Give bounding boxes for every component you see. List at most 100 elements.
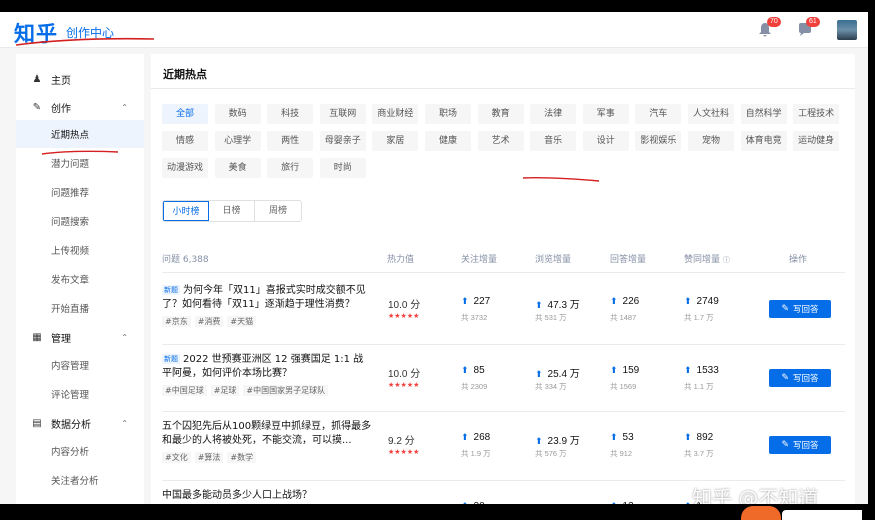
category-tag[interactable]: 艺术	[477, 131, 524, 151]
notification-bell-icon[interactable]: 70	[758, 17, 781, 40]
topic-tag[interactable]: #中国足球	[162, 385, 207, 396]
category-tag[interactable]: 科技	[267, 104, 314, 124]
arrow-up-icon: ⬆	[461, 296, 469, 306]
watermark: 知乎 @不知道	[692, 486, 819, 504]
new-badge: 新题	[162, 285, 180, 295]
sidebar-item-upload-video[interactable]: 上传视频	[16, 236, 144, 264]
category-tag[interactable]: 母婴亲子	[319, 131, 366, 151]
follow-total: 共 3732	[461, 313, 488, 322]
answer-value: 13	[623, 501, 634, 504]
sidebar-item-potential[interactable]: 潜力问题	[16, 149, 144, 177]
arrow-up-icon: ⬆	[535, 369, 543, 379]
answer-value: 159	[622, 365, 640, 376]
topic-tag[interactable]: #天猫	[227, 316, 257, 327]
question-title[interactable]: 五个囚犯先后从100颗绿豆中抓绿豆，抓得最多和最少的人将被处死，不能交流，可以摸…	[162, 420, 372, 448]
category-tag[interactable]: 职场	[425, 104, 471, 124]
question-title[interactable]: 新题 为何今年「双11」喜报式实时成交额不见了？如何看待「双11」逐渐趋于理性消费…	[162, 284, 372, 312]
category-tag[interactable]: 音乐	[530, 131, 577, 151]
like-increment: ⬆ 2749	[684, 296, 719, 307]
category-tag[interactable]: 互联网	[319, 104, 366, 124]
topic-tag[interactable]: #中国国家男子足球队	[243, 385, 329, 396]
like-total: 共 1.7 万	[684, 313, 714, 322]
user-avatar[interactable]	[837, 20, 857, 40]
write-answer-button[interactable]: ✎ 写回答	[769, 300, 831, 318]
question-tags: #中国足球 #足球 #中国国家男子足球队	[162, 385, 332, 396]
sidebar-item-recommend[interactable]: 问题推荐	[16, 178, 144, 206]
sidebar-item-content-analysis[interactable]: 内容分析	[16, 437, 144, 465]
view-total: 共 334 万	[535, 382, 567, 391]
tab-daily[interactable]: 日榜	[209, 201, 255, 221]
divider	[151, 88, 855, 89]
topic-tag[interactable]: #消费	[194, 316, 224, 327]
table-row: 新题 为何今年「双11」喜报式实时成交额不见了？如何看待「双11」逐渐趋于理性消费…	[162, 276, 845, 345]
category-tag[interactable]: 设计	[582, 131, 629, 151]
category-tag[interactable]: 全部	[162, 104, 208, 124]
sidebar-item-follower-analysis[interactable]: 关注者分析	[16, 466, 144, 494]
write-answer-button[interactable]: ✎ 写回答	[769, 436, 831, 454]
category-tag[interactable]: 汽车	[635, 104, 682, 124]
topic-tag[interactable]: #数学	[227, 452, 257, 463]
category-tag[interactable]: 运动健身	[793, 131, 840, 151]
category-tag[interactable]: 美食	[214, 158, 261, 178]
arrow-up-icon: ⬆	[610, 365, 618, 375]
write-answer-button[interactable]: ✎ 写回答	[769, 369, 831, 387]
like-total: 共 1.1 万	[684, 382, 714, 391]
column-header-heat[interactable]: 热力值	[387, 252, 414, 265]
category-tag[interactable]: 体育电竞	[740, 131, 787, 151]
sidebar-group-manage[interactable]: ▦ 管理 ⌃	[16, 322, 144, 352]
topic-tag[interactable]: #足球	[210, 385, 240, 396]
category-tag[interactable]: 心理学	[214, 131, 261, 151]
sidebar-item-search[interactable]: 问题搜索	[16, 207, 144, 235]
category-tag[interactable]: 动漫游戏	[162, 158, 208, 178]
category-tag[interactable]: 宠物	[688, 131, 734, 151]
sidebar-item-comment-manage[interactable]: 评论管理	[16, 380, 144, 408]
column-header-like[interactable]: 赞同增量 ⓘ	[684, 252, 730, 265]
column-header-question: 问题 6,388	[162, 255, 209, 265]
sidebar-item-recent-hot[interactable]: 近期热点	[16, 120, 144, 148]
topic-tag[interactable]: #京东	[162, 316, 191, 327]
messages-icon[interactable]: 61	[797, 17, 820, 40]
category-tag[interactable]: 人文社科	[688, 104, 734, 124]
category-tag[interactable]: 数码	[214, 104, 261, 124]
watermark-logo	[741, 506, 781, 520]
category-tag[interactable]: 两性	[267, 131, 314, 151]
like-value: 1533	[696, 365, 719, 376]
sidebar-item-content-manage[interactable]: 内容管理	[16, 351, 144, 379]
follow-increment: ⬆ 268	[461, 432, 490, 443]
sidebar-item-publish-article[interactable]: 发布文章	[16, 265, 144, 293]
column-header-view[interactable]: 浏览增量	[535, 252, 571, 265]
category-tag[interactable]: 自然科学	[740, 104, 787, 124]
category-tag[interactable]: 时尚	[319, 158, 366, 178]
topic-tag[interactable]: #文化	[162, 452, 191, 463]
column-header-follow[interactable]: 关注增量	[461, 252, 497, 265]
sidebar-group-analysis[interactable]: ▤ 数据分析 ⌃	[16, 408, 144, 438]
sidebar-group-create[interactable]: ✎ 创作 ⌃	[16, 92, 144, 122]
category-tag[interactable]: 商业财经	[372, 104, 419, 124]
question-title[interactable]: 新题 2022 世预赛亚洲区 12 强赛国足 1:1 战平阿曼，如何评价本场比赛？	[162, 353, 372, 381]
info-icon: ⓘ	[722, 256, 730, 264]
category-tag[interactable]: 军事	[582, 104, 629, 124]
like-increment: ⬆ 892	[684, 432, 713, 443]
topic-tag[interactable]: #算法	[194, 452, 224, 463]
person-icon: ♟	[32, 73, 42, 85]
category-tag[interactable]: 影视娱乐	[635, 131, 682, 151]
category-tag[interactable]: 教育	[477, 104, 524, 124]
tab-weekly[interactable]: 周榜	[255, 201, 301, 221]
column-header-answer[interactable]: 回答增量	[610, 252, 646, 265]
creator-center-page: 知乎 创作中心 70 61 ♟ 主页 ✎ 创作 ⌃ 近期热点 潜力问题 问题推荐 问…	[0, 12, 868, 504]
arrow-up-icon: ⬆	[684, 501, 692, 504]
tab-hourly[interactable]: 小时榜	[163, 201, 209, 221]
category-tag[interactable]: 旅行	[267, 158, 314, 178]
sidebar-item-start-live[interactable]: 开始直播	[16, 294, 144, 322]
category-tag[interactable]: 情感	[162, 131, 208, 151]
notification-badge: 70	[767, 17, 781, 27]
category-tag[interactable]: 健康	[425, 131, 471, 151]
view-total: 共 576 万	[535, 449, 567, 458]
category-tag[interactable]: 法律	[530, 104, 577, 124]
category-tag[interactable]: 家居	[372, 131, 419, 151]
arrow-up-icon: ⬆	[684, 432, 692, 442]
question-title[interactable]: 中国最多能动员多少人口上战场？	[162, 489, 372, 503]
view-value: 25.4 万	[547, 369, 580, 380]
category-tag[interactable]: 工程技术	[793, 104, 840, 124]
sidebar-item-home[interactable]: ♟ 主页	[16, 64, 144, 94]
